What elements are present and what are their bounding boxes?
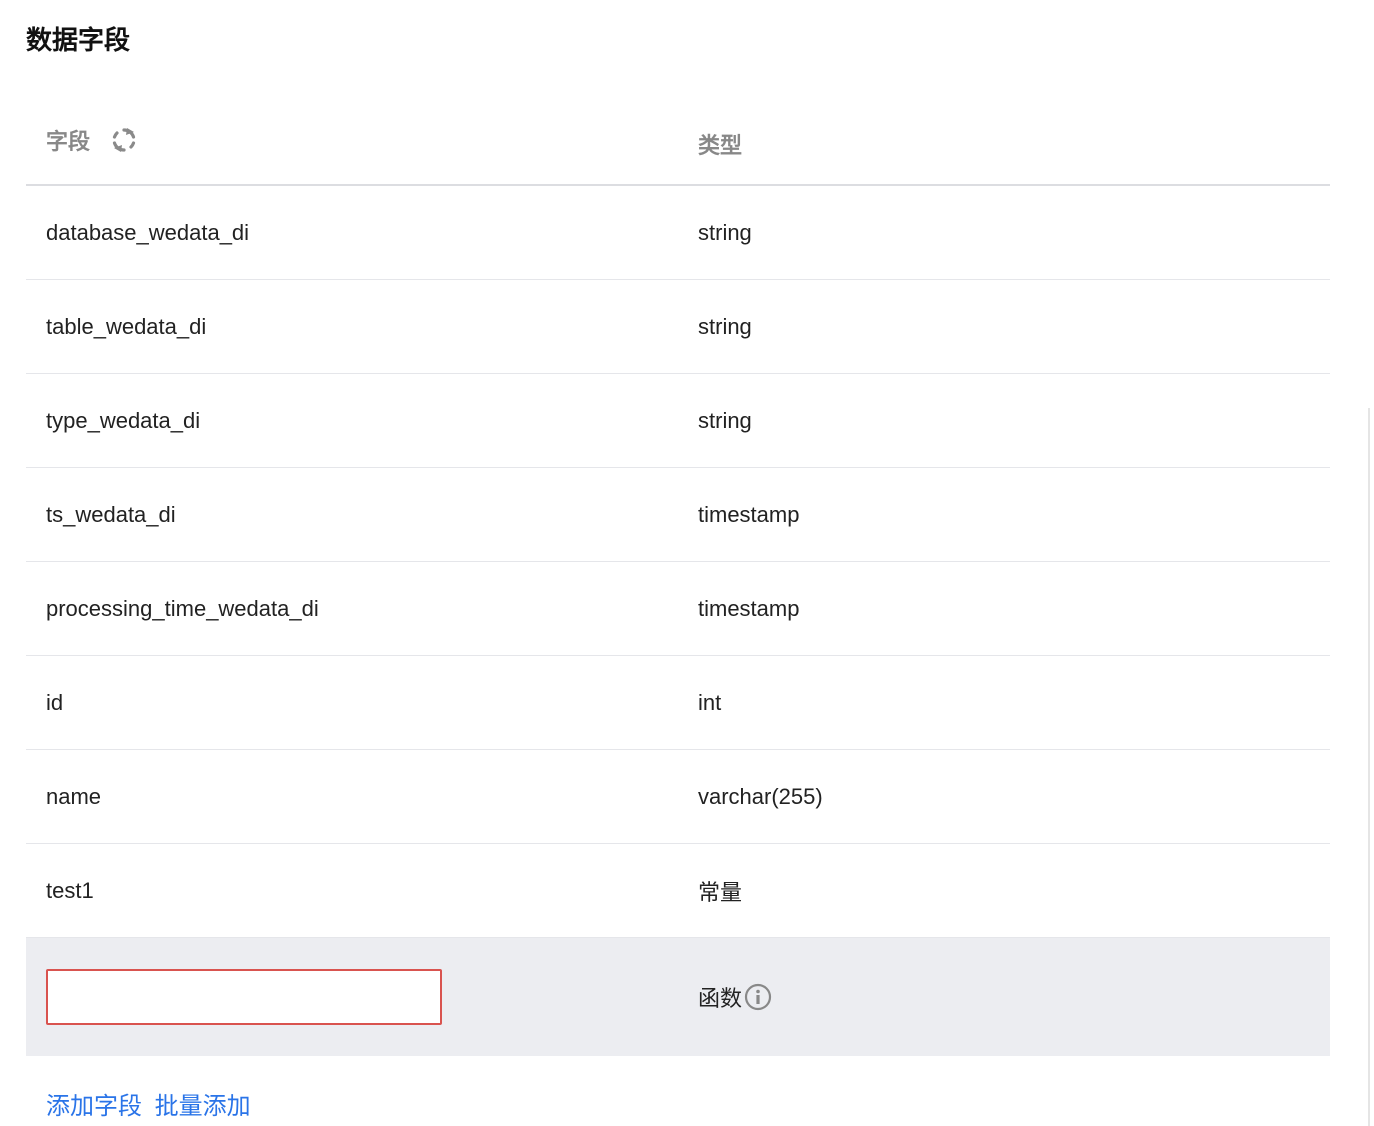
edit-type-cell: 函数 [698,938,772,1056]
field-name-cell: test1 [46,877,94,903]
field-name-cell: ts_wedata_di [46,501,176,527]
data-fields-panel: 数据字段 字段 类型 database_wedata_di string tab… [0,0,1374,1126]
field-name-input[interactable] [46,969,442,1025]
scrollbar[interactable] [1368,408,1374,1126]
table-row: type_wedata_di string [26,374,1330,468]
field-name-cell: id [46,689,64,715]
add-field-link[interactable]: 添加字段 [46,1093,142,1120]
field-name-cell: name [46,783,102,809]
table-row: processing_time_wedata_di timestamp [26,562,1330,656]
edit-name-cell [46,938,442,1056]
field-name-cell: processing_time_wedata_di [46,595,319,621]
column-header-field-label: 字段 [46,129,91,154]
table-row: name varchar(255) [26,750,1330,844]
table-header: 字段 类型 [26,92,1330,186]
field-type-cell: string [698,407,752,433]
field-type-cell: string [698,313,752,339]
table-row-editing: 函数 [26,938,1330,1056]
field-type-cell: 常量 [698,879,743,905]
table-row: table_wedata_di string [26,280,1330,374]
field-name-cell: type_wedata_di [46,407,201,433]
table-row: database_wedata_di string [26,186,1330,280]
column-header-field: 字段 [46,124,138,156]
field-type-cell: string [698,219,752,245]
table-row: id int [26,656,1330,750]
fields-table: 字段 类型 database_wedata_di string table_weda… [26,92,1330,1056]
table-body: database_wedata_di string table_wedata_di s… [26,186,1330,938]
section-title: 数据字段 [26,25,131,55]
table-row: test1 常量 [26,844,1330,938]
field-name-cell: database_wedata_di [46,219,250,245]
field-type-cell: timestamp [698,595,800,621]
column-header-type: 类型 [698,133,743,158]
edit-type-label: 函数 [698,986,743,1011]
field-type-cell: int [698,689,722,715]
table-row: ts_wedata_di timestamp [26,468,1330,562]
batch-add-link[interactable]: 批量添加 [155,1093,251,1120]
field-type-cell: varchar(255) [698,783,823,809]
refresh-icon[interactable] [110,126,138,154]
table-actions: 添加字段 批量添加 [46,1086,257,1121]
field-name-cell: table_wedata_di [46,313,207,339]
info-icon[interactable] [744,983,772,1011]
field-type-cell: timestamp [698,501,800,527]
